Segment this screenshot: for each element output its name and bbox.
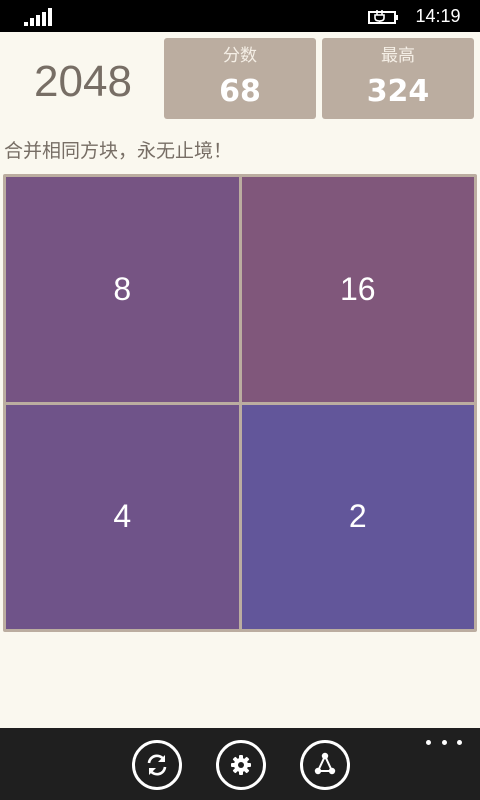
- share-icon: [314, 752, 336, 775]
- gear-icon: [231, 755, 251, 775]
- battery-charging-icon: [368, 10, 398, 24]
- tile: 16: [241, 177, 474, 402]
- more-dots-icon[interactable]: [426, 734, 462, 750]
- best-score-box: 最高 324: [322, 38, 474, 119]
- share-button[interactable]: [300, 740, 350, 790]
- best-score-value: 324: [366, 74, 430, 109]
- score-value: 68: [219, 74, 261, 109]
- refresh-button[interactable]: [132, 740, 182, 790]
- refresh-icon: [147, 754, 167, 776]
- signal-bars-icon: [24, 8, 54, 26]
- app-bar: [0, 728, 480, 800]
- status-bar: 14:19: [0, 0, 480, 32]
- clock: 14:19: [415, 6, 461, 26]
- settings-button[interactable]: [216, 740, 266, 790]
- game-title: 2048: [34, 57, 132, 106]
- score-label: 分数: [223, 46, 257, 66]
- game-subtitle: 合并相同方块，永无止境！: [4, 140, 233, 162]
- score-box: 分数 68: [164, 38, 316, 119]
- best-score-label: 最高: [381, 46, 415, 66]
- tile: 8: [6, 177, 239, 402]
- tile: 2: [241, 404, 474, 629]
- tile: 4: [6, 404, 239, 629]
- game-board[interactable]: 8 16 4 2: [3, 174, 477, 632]
